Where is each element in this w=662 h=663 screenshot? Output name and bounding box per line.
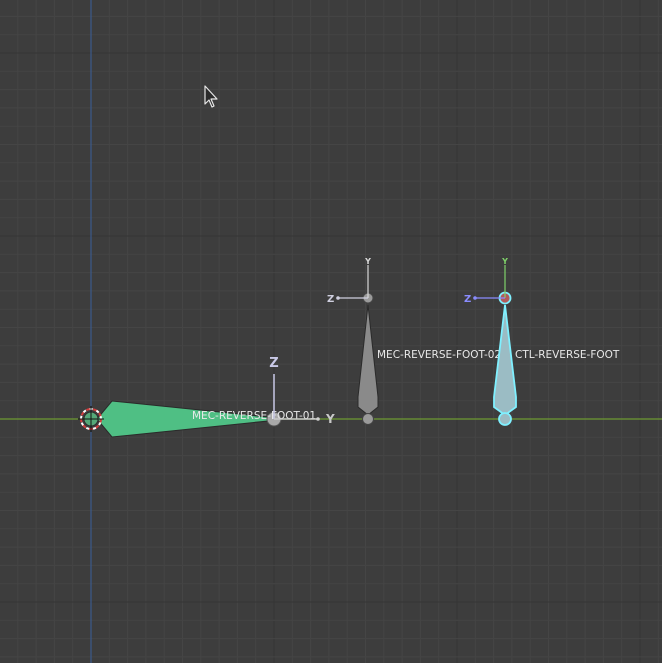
- bone-name-label: MEC-REVERSE-FOOT-02: [377, 349, 501, 361]
- gizmo-z-label: Z: [269, 356, 278, 371]
- 3d-viewport[interactable]: MEC-REVERSE-FOOT-01 Z Y MEC-REVERSE-FOOT…: [0, 0, 662, 663]
- gizmo-z-label: Z: [327, 294, 334, 305]
- gizmo-y-label: Y: [364, 257, 371, 266]
- bone-name-label: CTL-REVERSE-FOOT: [515, 349, 620, 361]
- gizmo-y-label: Y: [501, 257, 508, 266]
- viewport-canvas[interactable]: MEC-REVERSE-FOOT-01 Z Y MEC-REVERSE-FOOT…: [0, 0, 662, 663]
- gizmo-y-label: Y: [325, 412, 335, 426]
- bone-name-label: MEC-REVERSE-FOOT-01: [192, 410, 316, 422]
- bone-tail-joint[interactable]: [362, 413, 374, 425]
- viewport-background: [0, 0, 662, 663]
- gizmo-z-label: Z: [464, 294, 471, 305]
- bone-tail-joint[interactable]: [498, 412, 512, 426]
